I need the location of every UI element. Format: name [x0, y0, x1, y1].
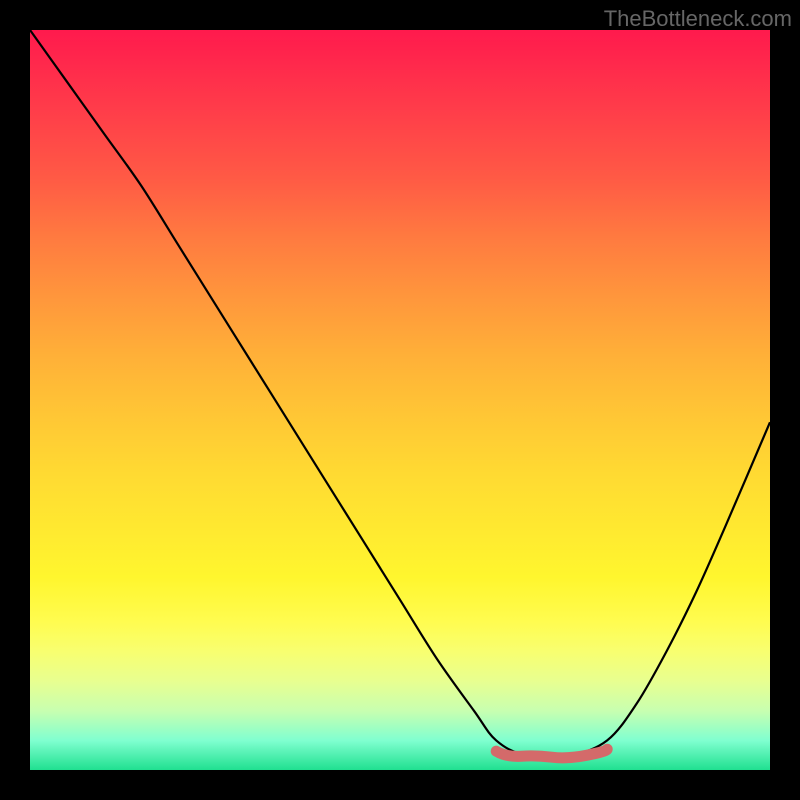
chart-svg — [30, 30, 770, 770]
watermark-text: TheBottleneck.com — [604, 6, 792, 32]
curve-line — [30, 30, 770, 757]
plot-area — [30, 30, 770, 770]
